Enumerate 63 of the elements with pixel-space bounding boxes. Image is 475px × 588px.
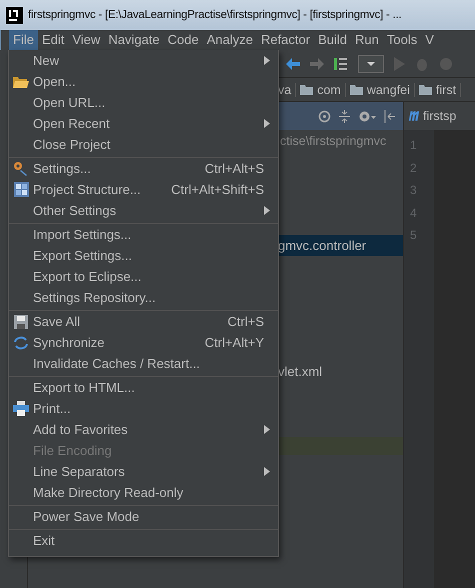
window-title: firstspringmvc - [E:\JavaLearningPractise\firstspringmvc] - [firstspringmvc] - ...: [28, 9, 402, 21]
shortcut-text: Ctrl+S: [226, 314, 264, 329]
grid-icon: [14, 182, 28, 197]
folder-icon: [350, 84, 363, 94]
gear-icon[interactable]: [358, 110, 376, 122]
dropdown-icon[interactable]: [358, 54, 384, 72]
collapse-icon[interactable]: [339, 110, 350, 122]
submenu-arrow-icon: [264, 119, 270, 128]
menu-item[interactable]: Close Project: [9, 134, 278, 155]
submenu-arrow-icon: [264, 467, 270, 476]
printer-icon: [13, 401, 29, 416]
submenu-arrow-icon: [264, 425, 270, 434]
editor-tab[interactable]: firstsp: [404, 102, 475, 130]
breadcrumb[interactable]: wangfei: [346, 82, 415, 96]
menu-item[interactable]: Export Settings...: [9, 245, 278, 266]
shortcut-text: Ctrl+Alt+S: [204, 161, 264, 176]
menu-bar-item[interactable]: File: [9, 30, 38, 50]
menu-item[interactable]: Settings... Ctrl+Alt+S: [9, 158, 278, 179]
menu-item[interactable]: Save All Ctrl+S: [9, 311, 278, 332]
menu-bar-item[interactable]: Edit: [38, 30, 68, 50]
breadcrumb[interactable]: first: [414, 82, 462, 96]
menu-item[interactable]: Settings Repository...: [9, 287, 278, 308]
menu-bar-item[interactable]: Build: [314, 30, 352, 50]
folder-icon: [418, 84, 432, 94]
shortcut-text: Ctrl+Alt+Shift+S: [170, 182, 264, 197]
back-arrow-icon[interactable]: [286, 58, 300, 70]
app-logo-icon: [6, 6, 23, 24]
shortcut-text: Ctrl+Alt+Y: [204, 335, 264, 350]
menu-bar-item[interactable]: V: [421, 30, 438, 50]
menu-bar-item[interactable]: Tools: [382, 30, 422, 50]
tree-item[interactable]: gmvc.controller: [278, 235, 403, 256]
m-icon: [408, 111, 420, 121]
project-path: ctise\firstspringmvc: [279, 133, 388, 150]
folder-icon: [13, 76, 29, 88]
menu-item[interactable]: Line Separators: [9, 461, 278, 482]
forward-arrow-icon[interactable]: [310, 58, 324, 70]
menu-item[interactable]: Invalidate Caches / Restart...: [9, 353, 278, 374]
submenu-arrow-icon: [264, 206, 270, 215]
menu-item[interactable]: Exit: [9, 530, 278, 551]
menu-item[interactable]: Synchronize Ctrl+Alt+Y: [9, 332, 278, 353]
folder-icon: [300, 84, 314, 94]
tree-item[interactable]: vlet.xml: [278, 361, 403, 382]
menu-bar-item[interactable]: Code: [164, 30, 203, 50]
menu-bar-item[interactable]: Analyze: [202, 30, 257, 50]
menu-bar-item[interactable]: View: [68, 30, 104, 50]
menu-item[interactable]: Make Directory Read-only: [9, 482, 278, 503]
menu-item[interactable]: Project Structure... Ctrl+Alt+Shift+S: [9, 179, 278, 200]
menu-item[interactable]: Open Recent: [9, 113, 278, 134]
menu-item[interactable]: Add to Favorites: [9, 419, 278, 440]
sync-icon: [13, 336, 29, 350]
menu-item[interactable]: Export to HTML...: [9, 377, 278, 398]
menu-item[interactable]: Print...: [9, 398, 278, 419]
menu-bar-item[interactable]: Navigate: [104, 30, 164, 50]
menu-item[interactable]: Export to Eclipse...: [9, 266, 278, 287]
menu-bar-item[interactable]: Run: [351, 30, 383, 50]
menu-item[interactable]: Other Settings: [9, 200, 278, 221]
breadcrumb[interactable]: com: [296, 82, 346, 96]
menu-item[interactable]: New: [9, 50, 278, 71]
menu-item[interactable]: Import Settings...: [9, 224, 278, 245]
menu-item[interactable]: Power Save Mode: [9, 506, 278, 527]
submenu-arrow-icon: [264, 56, 270, 65]
menu-bar-item[interactable]: Refactor: [256, 30, 314, 50]
target-icon[interactable]: [318, 110, 331, 122]
